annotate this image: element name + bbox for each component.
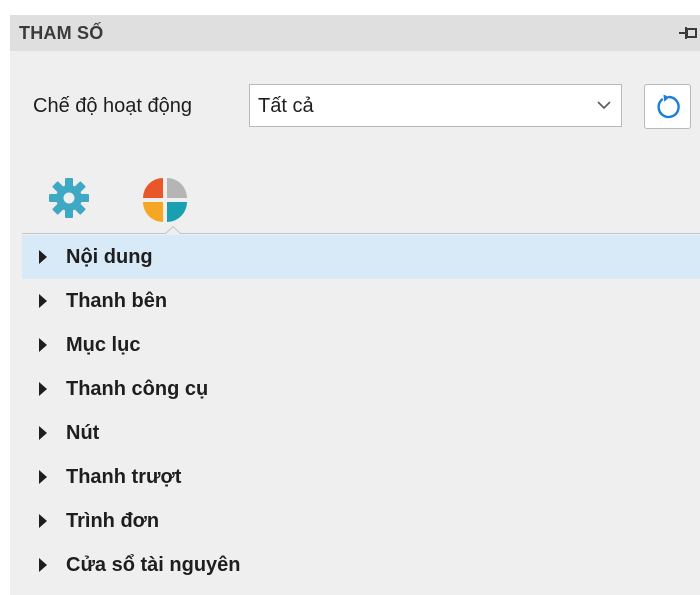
- mode-select-value: Tất cả: [258, 95, 314, 117]
- refresh-icon: [657, 94, 680, 119]
- tree-item-label: Nút: [66, 422, 100, 444]
- tree-item-thanh-cong-cu[interactable]: Thanh công cụ: [22, 367, 700, 411]
- mode-select[interactable]: Tất cả: [249, 84, 622, 127]
- tree-item-label: Thanh bên: [66, 290, 168, 312]
- expand-arrow-icon: [39, 470, 47, 484]
- tab-divider: [22, 233, 700, 234]
- tree-item-label: Trình đơn: [66, 510, 160, 532]
- parameter-tree: Nội dung Thanh bên Mục lục Thanh công cụ…: [22, 235, 700, 587]
- panel-header: THAM SỐ: [10, 15, 700, 51]
- tab-pointer: [165, 226, 181, 235]
- expand-arrow-icon: [39, 558, 47, 572]
- pin-icon[interactable]: [678, 23, 698, 43]
- tree-item-nut[interactable]: Nút: [22, 411, 700, 455]
- chevron-down-icon: [597, 101, 611, 110]
- tab-theme[interactable]: [140, 175, 190, 225]
- tree-item-trinh-don[interactable]: Trình đơn: [22, 499, 700, 543]
- expand-arrow-icon: [39, 294, 47, 308]
- tree-item-cua-so-tai-nguyen[interactable]: Cửa sổ tài nguyên: [22, 543, 700, 587]
- tree-item-muc-luc[interactable]: Mục lục: [22, 323, 700, 367]
- theme-palette-icon: [143, 178, 187, 222]
- reset-button[interactable]: [644, 84, 691, 129]
- expand-arrow-icon: [39, 426, 47, 440]
- panel-title: THAM SỐ: [19, 23, 104, 43]
- tree-item-thanh-truot[interactable]: Thanh trượt: [22, 455, 700, 499]
- expand-arrow-icon: [39, 250, 47, 264]
- tree-item-label: Cửa sổ tài nguyên: [66, 554, 241, 576]
- tree-item-label: Thanh công cụ: [66, 378, 209, 400]
- expand-arrow-icon: [39, 338, 47, 352]
- tree-item-label: Mục lục: [66, 334, 141, 356]
- tree-item-label: Thanh trượt: [66, 466, 182, 488]
- mode-label: Chế độ hoạt động: [33, 95, 193, 117]
- tab-settings[interactable]: [46, 175, 96, 225]
- tree-item-thanh-ben[interactable]: Thanh bên: [22, 279, 700, 323]
- tree-item-noi-dung[interactable]: Nội dung: [22, 235, 700, 279]
- tree-item-label: Nội dung: [66, 246, 153, 268]
- parameters-panel: THAM SỐ Chế độ hoạt động Tất cả Nội dung…: [10, 15, 700, 595]
- gear-icon: [49, 178, 89, 218]
- expand-arrow-icon: [39, 514, 47, 528]
- expand-arrow-icon: [39, 382, 47, 396]
